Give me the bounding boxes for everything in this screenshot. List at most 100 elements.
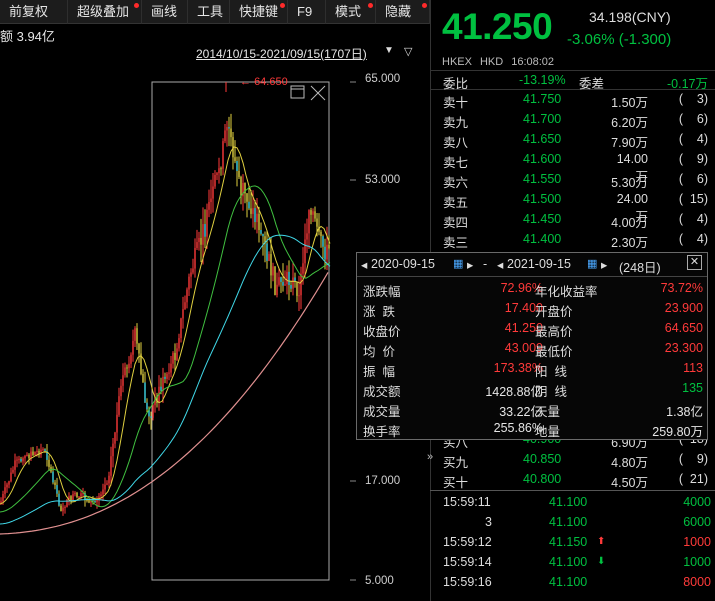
- prev-end-icon[interactable]: ◂: [497, 257, 503, 272]
- calendar-icon[interactable]: ▦: [587, 257, 597, 270]
- candle-body: [96, 499, 98, 503]
- ma-line-250: [0, 272, 329, 535]
- stats-l1: 成交额: [363, 385, 401, 399]
- tb-shortcut[interactable]: 快捷键: [230, 0, 288, 24]
- stats-v2: 23.300: [664, 341, 703, 355]
- arrow-up-icon: ⬆: [597, 536, 606, 547]
- candle-body: [160, 386, 162, 391]
- candle-body: [316, 218, 318, 227]
- day-count: (248日): [619, 261, 661, 275]
- candle-body: [80, 493, 82, 497]
- candle-body: [58, 493, 60, 506]
- candle-body: [284, 284, 286, 286]
- candle-body: [322, 236, 324, 247]
- start-date-field[interactable]: 2020-09-15: [371, 257, 435, 271]
- candle-body: [126, 367, 128, 369]
- candle-body: [144, 382, 146, 403]
- candle-body: [104, 484, 106, 490]
- candle-body: [262, 233, 264, 237]
- candle-body: [32, 451, 34, 456]
- candle-body: [226, 127, 228, 131]
- candle-body: [326, 244, 328, 260]
- candle-body: [108, 475, 110, 484]
- candle-body: [2, 493, 4, 502]
- close-icon[interactable]: ✕: [687, 255, 702, 270]
- order-book-cnt: ( 6): [678, 172, 708, 186]
- candle-body: [34, 451, 36, 456]
- order-book-row[interactable]: 卖八 41.650 7.90万 ( 4): [431, 130, 715, 150]
- order-book-row[interactable]: 买九 40.850 4.80万 ( 9): [431, 450, 715, 470]
- stats-l1: 涨 跌: [363, 305, 395, 319]
- candle-body: [304, 239, 306, 264]
- trade-volume: 4000: [683, 495, 711, 509]
- tb-draw-label: 画线: [151, 3, 178, 19]
- candle-body: [130, 354, 132, 364]
- order-book-row[interactable]: 卖三 41.400 2.30万 ( 4): [431, 230, 715, 250]
- candle-body: [64, 506, 66, 508]
- stats-v2: 113: [683, 361, 703, 375]
- ratio-value: -13.19%: [519, 73, 566, 87]
- tb-draw[interactable]: 画线: [142, 0, 188, 24]
- calendar-icon[interactable]: ▦: [453, 257, 463, 270]
- end-date-field[interactable]: 2021-09-15: [507, 257, 571, 271]
- stats-v1: 72.96%: [500, 281, 543, 295]
- order-book-cnt: ( 9): [678, 452, 708, 466]
- order-book-vol: 4.80万: [611, 456, 648, 470]
- order-ratio-row: 委比 -13.19% 委差 -0.17万: [431, 70, 715, 91]
- tb-fuquan-label: 前复权: [9, 3, 49, 19]
- order-book-row[interactable]: 买十 40.800 4.50万 ( 21): [431, 470, 715, 490]
- trade-price: 41.100: [549, 575, 588, 589]
- y-tick-5: 5.000: [365, 575, 394, 587]
- candle-body: [12, 469, 14, 473]
- candle-body: [152, 405, 154, 418]
- tb-mode-label: 模式: [335, 3, 362, 19]
- candle-body: [4, 487, 6, 494]
- stats-v2: 64.650: [664, 321, 703, 335]
- tb-tools[interactable]: 工具: [188, 0, 230, 24]
- tb-f9[interactable]: F9: [288, 0, 326, 24]
- tb-f9-label: F9: [297, 3, 313, 19]
- stats-l2: 天量: [535, 405, 561, 419]
- stats-l2: 开盘价: [535, 305, 573, 319]
- prev-start-icon[interactable]: ◂: [361, 257, 367, 272]
- stats-l1: 均 价: [363, 345, 395, 359]
- candle-body: [206, 209, 208, 237]
- tb-hide[interactable]: 隐藏: [376, 0, 430, 24]
- trade-volume: 1000: [683, 535, 711, 549]
- candle-body: [10, 472, 12, 482]
- order-book-row[interactable]: 卖十 41.750 1.50万 ( 3): [431, 90, 715, 110]
- max-price-value: 64.650: [254, 76, 288, 88]
- candle-body: [118, 396, 120, 415]
- order-book-row[interactable]: 卖九 41.700 6.20万 ( 6): [431, 110, 715, 130]
- candle-body: [8, 481, 10, 485]
- order-book-row[interactable]: 卖四 41.450 4.00万 ( 4): [431, 210, 715, 230]
- expand-icon[interactable]: »: [427, 451, 433, 463]
- max-price-label: ← 64.650: [240, 76, 288, 88]
- candle-body: [14, 460, 16, 470]
- tb-fuquan[interactable]: 前复权: [0, 0, 68, 24]
- order-book-vol: 4.00万: [611, 216, 648, 230]
- notification-dot: [280, 2, 285, 8]
- stats-row: 换手率 255.86% 地量 259.80万: [357, 419, 707, 439]
- order-book-row[interactable]: 卖七 41.600 14.00万( 9): [431, 150, 715, 184]
- candle-body: [208, 202, 210, 210]
- trade-row: 15:59:16 41.100 8000: [431, 573, 715, 593]
- tb-mode[interactable]: 模式: [326, 0, 376, 24]
- order-book-cnt: ( 3): [678, 92, 708, 106]
- candle-body: [136, 328, 138, 344]
- notification-dot: [422, 2, 427, 8]
- next-start-icon[interactable]: ▸: [467, 257, 473, 272]
- candle-body: [146, 402, 148, 410]
- candle-body: [166, 373, 168, 379]
- candle-body: [194, 248, 196, 269]
- order-book-row[interactable]: 卖六 41.550 5.30万 ( 6): [431, 170, 715, 190]
- tb-overlay[interactable]: 超级叠加: [68, 0, 142, 24]
- chart-toolbar: 前复权 超级叠加 画线 工具 快捷键 F9 模式 隐藏: [0, 0, 430, 24]
- next-end-icon[interactable]: ▸: [601, 257, 607, 272]
- candle-body: [246, 193, 248, 202]
- stats-l1: 换手率: [363, 425, 401, 439]
- market-info: HKEX HKD 16:08:02: [442, 56, 562, 68]
- order-book-row[interactable]: 卖五 41.500 24.00万( 15): [431, 190, 715, 224]
- trade-time: 15:59:11: [443, 495, 491, 509]
- candle-body: [290, 285, 292, 289]
